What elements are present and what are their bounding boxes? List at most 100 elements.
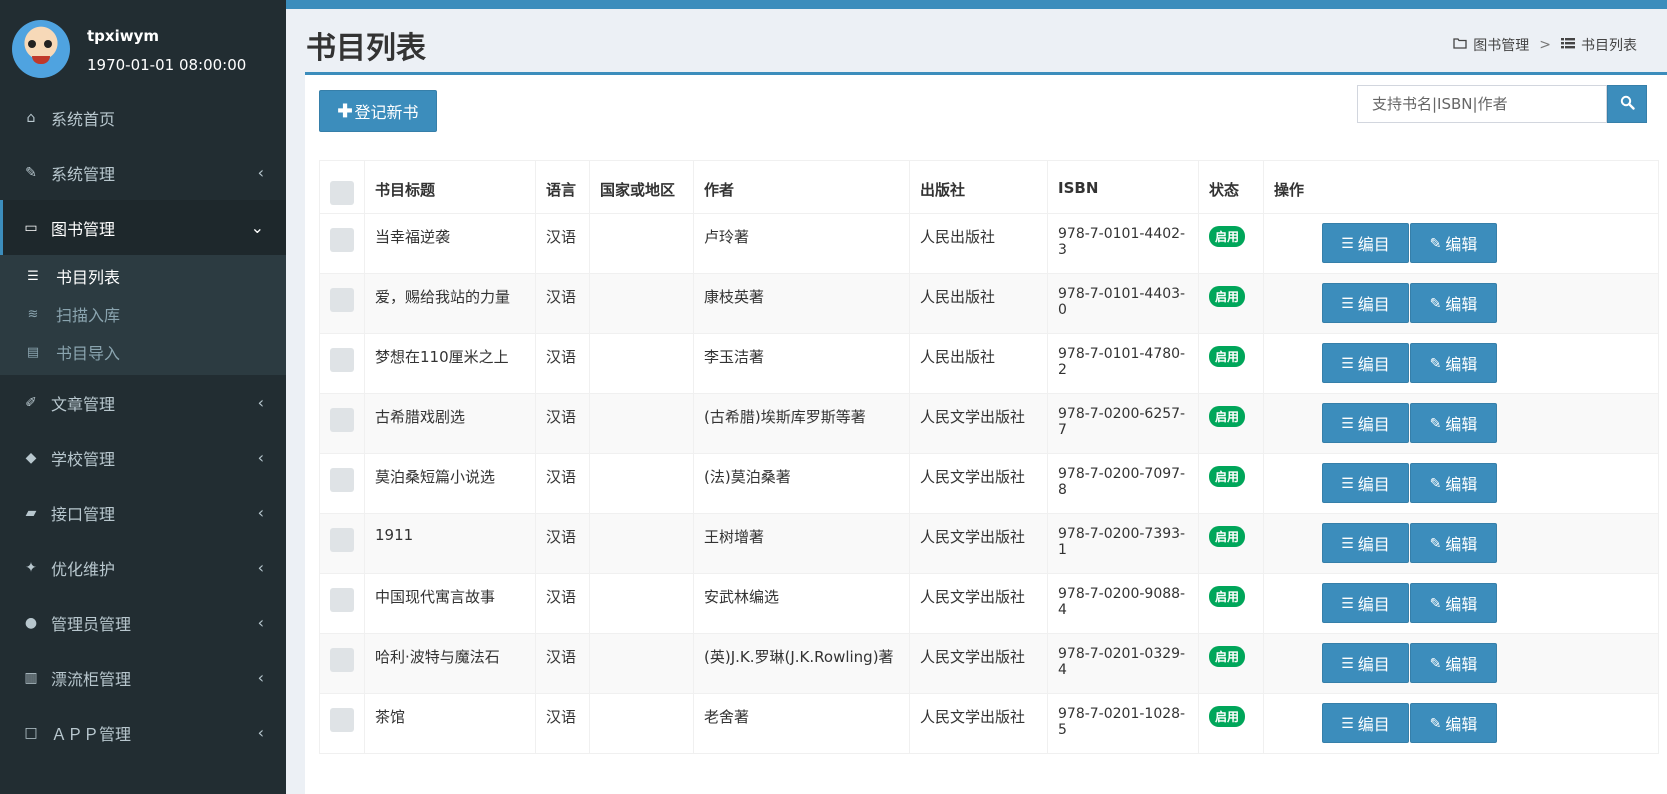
list-icon: ☰ [1341,474,1354,491]
sidebar-item-5[interactable]: ▰ 接口管理 ‹ [0,485,286,540]
catalog-button[interactable]: ☰ 编目 [1322,463,1409,503]
cell-author: 王树增著 [693,513,910,574]
chevron-down-icon: ⌄ [250,218,264,237]
col-publisher[interactable]: 出版社 [909,160,1048,214]
sidebar-item-9[interactable]: □ ＡＰＰ管理 ‹ [0,705,286,760]
sidebar-item-label: 学校管理 [51,449,116,469]
select-all-checkbox[interactable] [330,181,354,205]
edit-button[interactable]: ✎ 编辑 [1410,463,1497,503]
cell-lang: 汉语 [535,333,590,394]
row-checkbox[interactable] [330,348,354,372]
chevron-left-icon: ‹ [257,668,264,687]
edit-button[interactable]: ✎ 编辑 [1410,523,1497,563]
catalog-button[interactable]: ☰ 编目 [1322,523,1409,563]
cell-isbn: 978-7-0201-1028-5 [1047,693,1199,754]
users-icon: ● [24,614,38,631]
catalog-label: 编目 [1357,297,1390,314]
cell-author: 安武林编选 [693,573,910,634]
status-badge: 启用 [1209,226,1246,247]
row-checkbox[interactable] [330,288,354,312]
cell-lang: 汉语 [535,633,590,694]
col-region[interactable]: 国家或地区 [589,160,694,214]
edit-icon: ✎ [1429,594,1442,611]
list-icon: ☰ [1341,234,1354,251]
cell-publisher: 人民文学出版社 [909,513,1048,574]
row-checkbox-cell [319,573,365,634]
row-checkbox[interactable] [330,228,354,252]
breadcrumb-separator: > [1539,37,1551,53]
cell-status: 启用 [1198,513,1264,574]
cell-status: 启用 [1198,693,1264,754]
row-checkbox-cell [319,273,365,334]
edit-label: 编辑 [1445,537,1478,554]
search-input[interactable] [1357,85,1607,123]
list-icon: ☰ [1341,294,1354,311]
cell-actions: ☰ 编目 ✎ 编辑 [1263,453,1659,514]
cell-publisher: 人民文学出版社 [909,633,1048,694]
chevron-left-icon: ‹ [257,613,264,632]
row-checkbox[interactable] [330,588,354,612]
list-icon [1561,37,1575,53]
catalog-button[interactable]: ☰ 编目 [1322,703,1409,743]
catalog-button[interactable]: ☰ 编目 [1322,283,1409,323]
sidebar-item-7[interactable]: ● 管理员管理 ‹ [0,595,286,650]
sidebar-item-8[interactable]: ▥ 漂流柜管理 ‹ [0,650,286,705]
edit-button[interactable]: ✎ 编辑 [1410,343,1497,383]
sidebar-item-4[interactable]: ◆ 学校管理 ‹ [0,430,286,485]
catalog-button[interactable]: ☰ 编目 [1322,343,1409,383]
chevron-left-icon: ‹ [257,393,264,412]
edit-button[interactable]: ✎ 编辑 [1410,283,1497,323]
cell-publisher: 人民出版社 [909,273,1048,334]
user-time: 1970-01-01 08:00:00 [87,56,247,74]
submenu-item-0[interactable]: ☰ 书目列表 [0,257,286,295]
row-checkbox-cell [319,693,365,754]
cell-isbn: 978-7-0101-4402-3 [1047,213,1199,274]
row-checkbox[interactable] [330,528,354,552]
catalog-label: 编目 [1357,657,1390,674]
cell-actions: ☰ 编目 ✎ 编辑 [1263,693,1659,754]
sidebar-item-0[interactable]: ⌂ 系统首页 [0,90,286,145]
breadcrumb-link-book-management[interactable]: 图书管理 [1473,35,1529,55]
search-button[interactable] [1607,85,1647,123]
avatar[interactable] [12,20,70,78]
catalog-button[interactable]: ☰ 编目 [1322,583,1409,623]
col-status[interactable]: 状态 [1198,160,1264,214]
cell-author: (英)J.K.罗琳(J.K.Rowling)著 [693,633,910,694]
col-author[interactable]: 作者 [693,160,910,214]
edit-button[interactable]: ✎ 编辑 [1410,643,1497,683]
list-icon: ☰ [1341,414,1354,431]
col-language[interactable]: 语言 [535,160,590,214]
status-badge: 启用 [1209,646,1246,667]
edit-button[interactable]: ✎ 编辑 [1410,583,1497,623]
cell-lang: 汉语 [535,693,590,754]
cell-region [589,453,694,514]
row-checkbox[interactable] [330,648,354,672]
cell-status: 启用 [1198,333,1264,394]
col-isbn[interactable]: ISBN [1047,160,1199,214]
cell-region [589,573,694,634]
home-icon: ⌂ [26,109,36,126]
edit-button[interactable]: ✎ 编辑 [1410,703,1497,743]
row-checkbox[interactable] [330,468,354,492]
catalog-label: 编目 [1357,417,1390,434]
edit-button[interactable]: ✎ 编辑 [1410,223,1497,263]
catalog-button[interactable]: ☰ 编目 [1322,643,1409,683]
catalog-button[interactable]: ☰ 编目 [1322,403,1409,443]
sidebar-item-2[interactable]: ▭ 图书管理 ⌄ [0,200,286,255]
cell-isbn: 978-7-0101-4780-2 [1047,333,1199,394]
edit-button[interactable]: ✎ 编辑 [1410,403,1497,443]
sidebar-item-3[interactable]: ✐ 文章管理 ‹ [0,375,286,430]
row-checkbox[interactable] [330,408,354,432]
sidebar-item-6[interactable]: ✦ 优化维护 ‹ [0,540,286,595]
submenu-item-1[interactable]: ≋ 扫描入库 [0,295,286,333]
row-checkbox[interactable] [330,708,354,732]
submenu-item-2[interactable]: ▤ 书目导入 [0,333,286,371]
col-title[interactable]: 书目标题 [364,160,536,214]
add-book-button[interactable]: ✚ 登记新书 [319,90,437,132]
catalog-label: 编目 [1357,717,1390,734]
catalog-button[interactable]: ☰ 编目 [1322,223,1409,263]
cell-actions: ☰ 编目 ✎ 编辑 [1263,573,1659,634]
cell-title: 茶馆 [364,693,536,754]
sidebar-item-1[interactable]: ✎ 系统管理 ‹ [0,145,286,200]
cell-isbn: 978-7-0200-7393-1 [1047,513,1199,574]
